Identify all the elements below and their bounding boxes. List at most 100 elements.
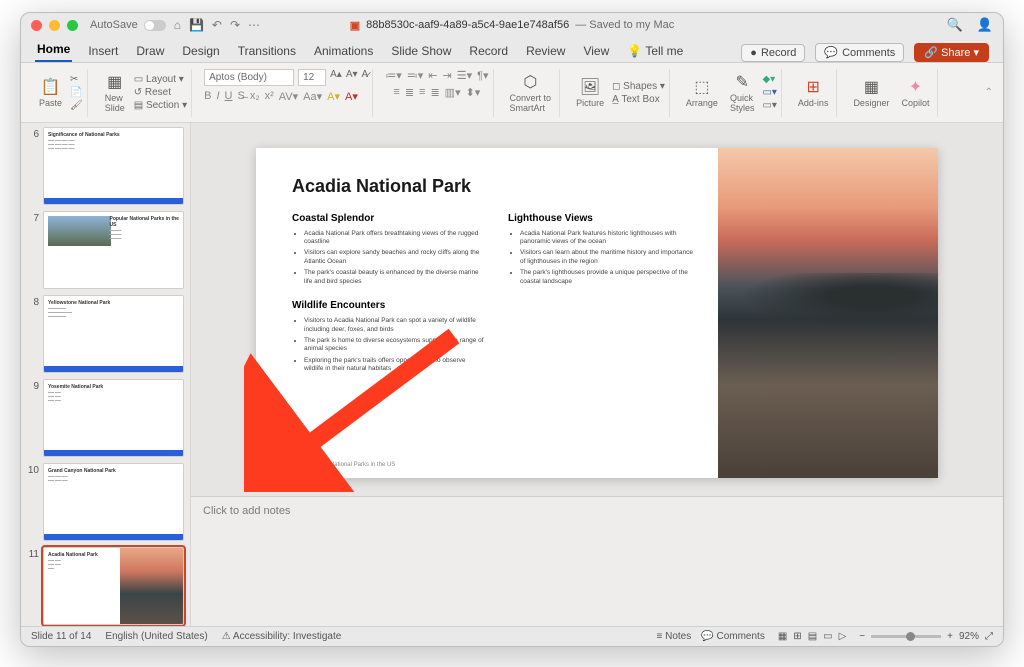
shrink-font-icon[interactable]: A▾ (346, 69, 358, 86)
tab-review[interactable]: Review (524, 40, 567, 62)
indent-dec-button[interactable]: ⇤ (428, 69, 437, 82)
strike-button[interactable]: S̶ (237, 90, 244, 103)
notes-button[interactable]: ≡ Notes (657, 631, 692, 642)
zoom-icon[interactable] (67, 20, 78, 31)
thumb-10[interactable]: Grand Canyon National Park▬▬ ▬▬ ▬▬▬▬ ▬▬ … (43, 463, 184, 541)
clipboard-more[interactable]: ✂📄🖌 (70, 74, 83, 111)
picture-button[interactable]: 🖼Picture (572, 75, 608, 110)
list-coastal[interactable]: Acadia National Park offers breathtaking… (292, 230, 484, 287)
shapes-button[interactable]: ◻ Shapes ▾ (612, 81, 665, 92)
tab-transitions[interactable]: Transitions (236, 40, 298, 62)
textbox-button[interactable]: A̲ Text Box (612, 94, 665, 105)
bold-button[interactable]: B (204, 90, 211, 103)
numbering-button[interactable]: ≕▾ (407, 69, 424, 82)
tab-draw[interactable]: Draw (134, 40, 166, 62)
close-icon[interactable] (31, 20, 42, 31)
thumb-11[interactable]: Acadia National Park▬▬ ▬▬▬▬ ▬▬▬▬ (43, 547, 184, 625)
collapse-ribbon-icon[interactable]: ⌃ (985, 87, 993, 98)
thumb-7[interactable]: Popular National Parks in the US▬▬▬▬▬▬▬▬… (43, 211, 184, 289)
copilot-button[interactable]: ✦Copilot (897, 75, 933, 110)
language[interactable]: English (United States) (105, 631, 207, 642)
addins-button[interactable]: ⊞Add-ins (794, 75, 833, 110)
zoom-control[interactable]: − + 92% ⤢ (859, 631, 993, 642)
view-buttons[interactable]: ▦⊞▤▭▷ (775, 631, 849, 642)
more-icon[interactable]: ⋯ (248, 18, 260, 32)
shape-format[interactable]: ◆▾▭▾▭▾ (762, 74, 776, 111)
slide-image[interactable] (718, 148, 938, 478)
section-button[interactable]: ▤ Section ▾ (134, 100, 187, 111)
align-left-button[interactable]: ≡ (393, 86, 399, 99)
list-lighthouse[interactable]: Acadia National Park features historic l… (508, 230, 700, 287)
tab-record[interactable]: Record (467, 40, 510, 62)
tab-slideshow[interactable]: Slide Show (389, 40, 453, 62)
arrange-button[interactable]: ⬚Arrange (682, 75, 722, 110)
tab-design[interactable]: Design (180, 40, 221, 62)
toggle-icon[interactable] (144, 20, 166, 31)
italic-button[interactable]: I (216, 90, 219, 103)
sup-button[interactable]: x² (265, 90, 274, 103)
fit-icon[interactable]: ⤢ (985, 631, 993, 642)
quick-styles-button[interactable]: ✎Quick Styles (726, 70, 759, 115)
paste-button[interactable]: 📋Paste (35, 75, 66, 110)
align-right-button[interactable]: ≡ (419, 86, 425, 99)
zoom-percent[interactable]: 92% (959, 631, 979, 642)
heading-lighthouse[interactable]: Lighthouse Views (508, 213, 700, 224)
highlight-button[interactable]: AV▾ (279, 90, 298, 103)
bullets-button[interactable]: ≔▾ (385, 69, 402, 82)
case-button[interactable]: Aa▾ (303, 90, 322, 103)
layout-button[interactable]: ▭ Layout ▾ (134, 74, 187, 85)
thumb-8[interactable]: Yellowstone National Park▬▬▬▬▬▬▬▬▬▬▬▬▬▬▬… (43, 295, 184, 373)
record-button[interactable]: ● Record (741, 44, 805, 62)
notes-pane[interactable]: Click to add notes (191, 496, 1003, 626)
thumbnail-panel[interactable]: 6Significance of National Parks▬▬ ▬▬ ▬▬ … (21, 123, 191, 626)
sub-button[interactable]: x₂ (250, 90, 260, 103)
underline-button[interactable]: U (225, 90, 233, 103)
new-slide-button[interactable]: ▦New Slide (100, 70, 130, 115)
autosave-toggle[interactable]: AutoSave (90, 19, 166, 31)
font-select[interactable]: Aptos (Body) (204, 69, 294, 86)
indent-inc-button[interactable]: ⇥ (442, 69, 451, 82)
align-center-button[interactable]: ≣ (405, 86, 414, 99)
redo-icon[interactable]: ↷ (230, 18, 240, 32)
tab-insert[interactable]: Insert (86, 40, 120, 62)
slide-title[interactable]: Acadia National Park (292, 176, 700, 197)
align-text-button[interactable]: ⬍▾ (466, 86, 481, 99)
font-size[interactable]: 12 (298, 69, 326, 86)
clear-format-icon[interactable]: A̷ (362, 69, 369, 86)
heading-coastal[interactable]: Coastal Splendor (292, 213, 484, 224)
search-icon[interactable]: 🔍 (947, 17, 963, 33)
reset-button[interactable]: ↺ Reset (134, 87, 187, 98)
slide[interactable]: Acadia National Park Coastal Splendor Ac… (256, 148, 938, 478)
smartart-button[interactable]: ⬡Convert to SmartArt (506, 70, 556, 115)
share-button[interactable]: 🔗 Share ▾ (914, 43, 989, 62)
tab-animations[interactable]: Animations (312, 40, 375, 62)
canvas[interactable]: Acadia National Park Coastal Splendor Ac… (191, 123, 1003, 496)
tab-home[interactable]: Home (35, 38, 72, 62)
home-icon[interactable]: ⌂ (174, 18, 181, 32)
minimize-icon[interactable] (49, 20, 60, 31)
text-fill-button[interactable]: A▾ (327, 90, 340, 103)
font-color-button[interactable]: A▾ (345, 90, 358, 103)
line-spacing-button[interactable]: ☰▾ (457, 69, 472, 82)
zoom-out-icon[interactable]: − (859, 631, 865, 642)
accessibility[interactable]: ⚠ Accessibility: Investigate (222, 631, 342, 642)
designer-button[interactable]: ▦Designer (849, 75, 893, 110)
justify-button[interactable]: ≣ (430, 86, 439, 99)
save-icon[interactable]: 💾 (189, 18, 204, 32)
comments-button[interactable]: 💬 Comments (815, 43, 904, 62)
slide-counter[interactable]: Slide 11 of 14 (31, 631, 91, 642)
account-icon[interactable]: 👤 (977, 17, 993, 33)
thumb-9[interactable]: Yosemite National Park▬▬ ▬▬▬▬ ▬▬▬▬ ▬▬ (43, 379, 184, 457)
tell-me[interactable]: 💡 Tell me (625, 40, 685, 62)
zoom-slider[interactable] (871, 635, 941, 638)
text-dir-button[interactable]: ¶▾ (477, 69, 488, 82)
thumb-6[interactable]: Significance of National Parks▬▬ ▬▬ ▬▬ ▬… (43, 127, 184, 205)
heading-wildlife[interactable]: Wildlife Encounters (292, 300, 484, 311)
grow-font-icon[interactable]: A▴ (330, 69, 342, 86)
list-wildlife[interactable]: Visitors to Acadia National Park can spo… (292, 317, 484, 374)
undo-icon[interactable]: ↶ (212, 18, 222, 32)
columns-button[interactable]: ▥▾ (445, 86, 461, 99)
zoom-in-icon[interactable]: + (947, 631, 953, 642)
comments-status-button[interactable]: 💬 Comments (701, 631, 765, 642)
tab-view[interactable]: View (581, 40, 611, 62)
